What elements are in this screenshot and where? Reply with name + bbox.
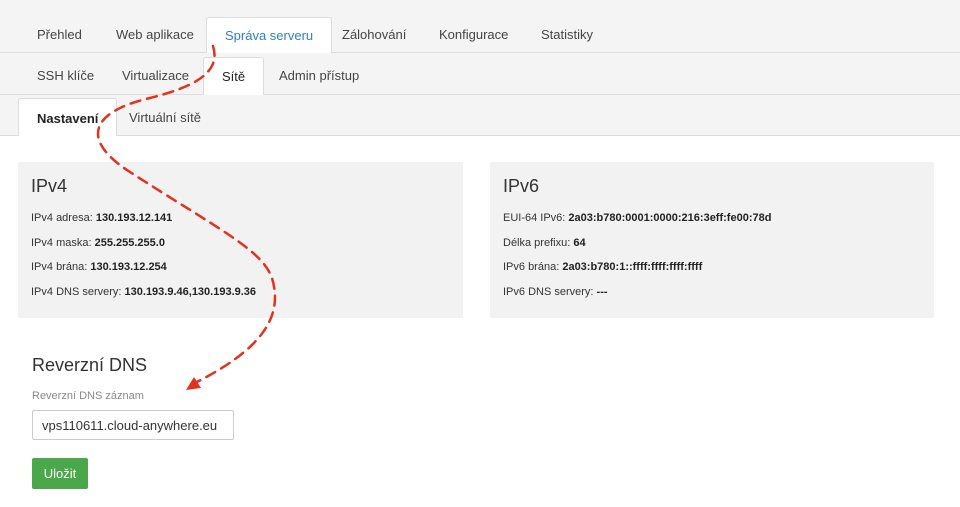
tab-virtualizace[interactable]: Virtualizace — [122, 57, 189, 96]
tab-statistiky[interactable]: Statistiky — [541, 17, 593, 54]
tab-konfigurace[interactable]: Konfigurace — [439, 17, 508, 54]
network-subtabs: Nastavení Virtuální sítě — [0, 95, 960, 137]
ipv6-dns-label: IPv6 DNS servery: — [503, 285, 594, 298]
ipv6-eui64-row: EUI-64 IPv6: 2a03:b780:0001:0000:216:3ef… — [503, 206, 921, 231]
server-subtabs: SSH klíče Virtualizace Sítě Admin přístu… — [0, 53, 960, 96]
ipv4-address-value: 130.193.12.141 — [95, 212, 173, 224]
tab-ssh-klice[interactable]: SSH klíče — [37, 57, 94, 96]
save-button[interactable]: Uložit — [32, 458, 88, 489]
ipv6-title: IPv6 — [503, 176, 540, 196]
ipv6-eui64-label: EUI-64 IPv6: — [503, 212, 566, 224]
ipv6-prefix-label: Délka prefixu: — [503, 236, 571, 249]
ipv6-dns-value: --- — [596, 285, 608, 298]
ipv4-mask-label: IPv4 maska: — [31, 236, 92, 249]
settings-content: IPv4 IPv4 adresa: 130.193.12.141 IPv4 ma… — [0, 136, 960, 507]
tab-nastaveni[interactable]: Nastavení — [18, 98, 118, 137]
tab-prehled[interactable]: Přehled — [37, 17, 82, 54]
ipv4-title: IPv4 — [31, 176, 68, 196]
ipv6-gateway-value: 2a03:b780:1::ffff:ffff:ffff:ffff — [562, 261, 703, 273]
tab-admin-pristup[interactable]: Admin přístup — [279, 57, 359, 96]
ipv4-gateway-value: 130.193.12.254 — [90, 261, 167, 273]
main-tabs: Přehled Web aplikace Správa serveru Zálo… — [0, 0, 960, 54]
tab-site[interactable]: Sítě — [203, 57, 265, 96]
ipv6-gateway-row: IPv6 brána: 2a03:b780:1::ffff:ffff:ffff:… — [503, 255, 921, 280]
ipv4-gateway-row: IPv4 brána: 130.193.12.254 — [31, 255, 450, 280]
tab-zalohovani[interactable]: Zálohování — [342, 17, 406, 54]
ipv4-dns-value: 130.193.9.46,130.193.9.36 — [124, 285, 257, 298]
ipv6-prefix-row: Délka prefixu: 64 — [503, 231, 921, 256]
page: Přehled Web aplikace Správa serveru Zálo… — [0, 0, 960, 507]
tab-virtualni-site[interactable]: Virtuální sítě — [129, 98, 201, 137]
reverse-dns-input[interactable] — [32, 410, 234, 440]
reverse-dns-field-label: Reverzní DNS záznam — [32, 390, 144, 402]
ipv6-panel: IPv6 EUI-64 IPv6: 2a03:b780:0001:0000:21… — [490, 162, 934, 318]
tab-web-aplikace[interactable]: Web aplikace — [116, 17, 194, 54]
ipv4-mask-value: 255.255.255.0 — [94, 236, 165, 249]
reverse-dns-title: Reverzní DNS — [32, 355, 148, 375]
ipv4-mask-row: IPv4 maska: 255.255.255.0 — [31, 231, 450, 256]
ipv6-eui64-value: 2a03:b780:0001:0000:216:3eff:fe00:78d — [568, 212, 772, 224]
ipv4-panel: IPv4 IPv4 adresa: 130.193.12.141 IPv4 ma… — [18, 162, 463, 318]
ipv6-prefix-value: 64 — [573, 236, 586, 249]
ipv4-address-label: IPv4 adresa: — [31, 212, 93, 224]
ipv4-address-row: IPv4 adresa: 130.193.12.141 — [31, 206, 450, 231]
tab-sprava-serveru[interactable]: Správa serveru — [206, 17, 333, 54]
ipv4-gateway-label: IPv4 brána: — [31, 261, 88, 273]
ipv6-dns-row: IPv6 DNS servery: --- — [503, 280, 921, 305]
ipv6-gateway-label: IPv6 brána: — [503, 261, 560, 273]
ipv4-dns-row: IPv4 DNS servery: 130.193.9.46,130.193.9… — [31, 280, 450, 305]
ipv4-dns-label: IPv4 DNS servery: — [31, 285, 122, 298]
